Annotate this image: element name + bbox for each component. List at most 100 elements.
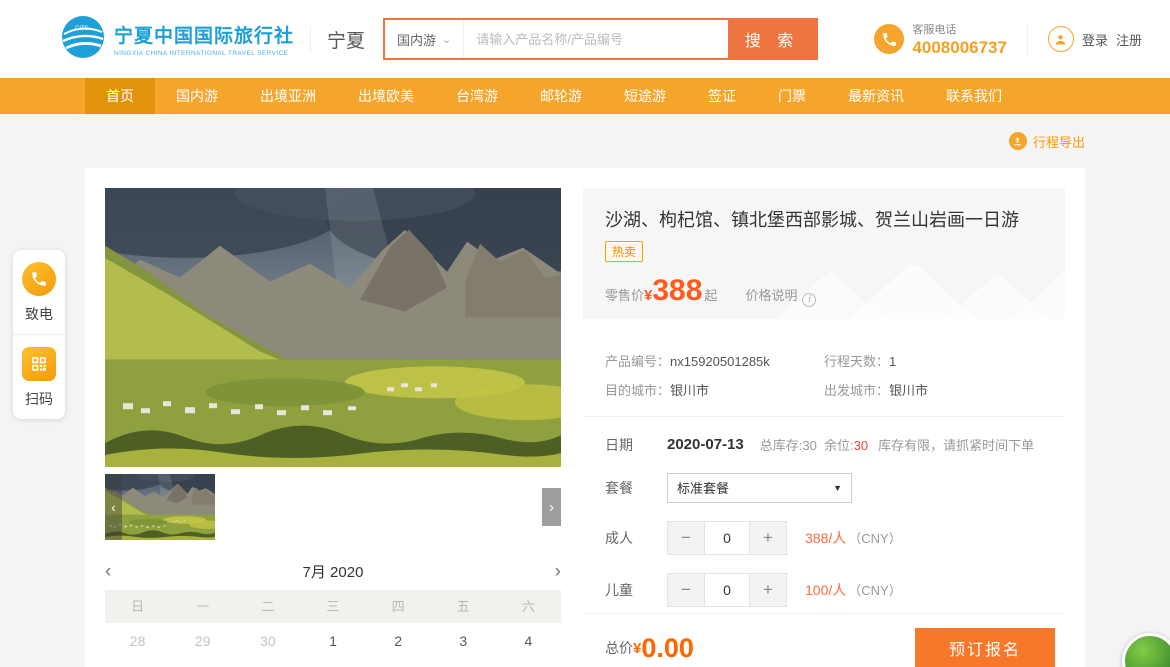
date-row: 日期 2020-07-13 总库存:30 余位:30 库存有限，请抓紧时间下单 xyxy=(583,435,1065,455)
search-category-dropdown[interactable]: 国内游 ⌄ xyxy=(385,20,464,58)
gallery-thumbnail-strip: ‹ › xyxy=(105,474,561,542)
chevron-down-icon: ⌄ xyxy=(442,33,451,46)
adult-quantity-input[interactable] xyxy=(705,521,749,555)
product-detail-card: ‹ › ‹ 7月 2020 › 日 一 二 三 四 五 六 xyxy=(85,168,1085,667)
info-item: 产品编号：nx15920501285k xyxy=(605,351,824,371)
price-amount: 388 xyxy=(652,276,702,306)
export-icon xyxy=(1009,132,1027,150)
calendar-weekday-header: 日 一 二 三 四 五 六 xyxy=(105,590,561,623)
calendar-dates-row: 28 29 30 1 2 3 4 xyxy=(105,623,561,659)
itinerary-export-button[interactable]: 行程导出 xyxy=(1009,132,1085,151)
brand-name: 宁夏中国国际旅行社 xyxy=(114,21,294,48)
total-label: 总价 xyxy=(605,638,633,658)
price-suffix: 起 xyxy=(704,285,717,304)
service-phone-label: 客服电话 xyxy=(912,21,1007,37)
child-label: 儿童 xyxy=(605,580,667,600)
package-selected-value: 标准套餐 xyxy=(677,478,729,497)
calendar-prev-month-button[interactable]: ‹ xyxy=(105,562,135,581)
register-link[interactable]: 注册 xyxy=(1116,30,1142,49)
child-unit-price: 100/人 xyxy=(805,580,846,600)
product-title: 沙湖、枸杞馆、镇北堡西部影城、贺兰山岩画一日游 xyxy=(605,206,1043,232)
child-currency-note: （CNY） xyxy=(848,580,901,599)
weekday-label: 四 xyxy=(366,590,431,623)
package-label: 套餐 xyxy=(605,478,667,498)
calendar-next-month-button[interactable]: › xyxy=(531,562,561,581)
section-divider xyxy=(583,416,1065,417)
search-input[interactable] xyxy=(464,20,728,58)
selected-date: 2020-07-13 xyxy=(667,436,744,453)
package-select[interactable]: 标准套餐 ▼ xyxy=(667,473,852,503)
child-quantity-input[interactable] xyxy=(705,573,749,607)
child-row: 儿童 − + 100/人 （CNY） xyxy=(583,573,1065,607)
scan-label: 扫码 xyxy=(25,389,53,409)
child-quantity-stepper: − + xyxy=(667,573,787,607)
adult-minus-button[interactable]: − xyxy=(667,521,705,555)
info-item: 行程天数：1 xyxy=(824,351,1043,371)
nav-item-outbound-asia[interactable]: 出境亚洲 xyxy=(239,78,337,114)
total-row: 总价 ¥ 0.00 预订报名 xyxy=(583,613,1065,667)
book-now-button[interactable]: 预订报名 xyxy=(915,628,1055,667)
package-row: 套餐 标准套餐 ▼ xyxy=(583,473,1065,503)
child-minus-button[interactable]: − xyxy=(667,573,705,607)
adult-quantity-stepper: − + xyxy=(667,521,787,555)
adult-label: 成人 xyxy=(605,528,667,548)
service-phone-number: 4008006737 xyxy=(912,38,1007,58)
product-info-grid: 产品编号：nx15920501285k 行程天数：1 目的城市：银川市 出发城市… xyxy=(583,351,1065,400)
calendar-day-cell[interactable]: 3 xyxy=(431,623,496,659)
child-plus-button[interactable]: + xyxy=(749,573,787,607)
nav-item-visa[interactable]: 签证 xyxy=(687,78,757,114)
calendar-day-cell[interactable]: 30 xyxy=(235,623,300,659)
nav-item-tickets[interactable]: 门票 xyxy=(757,78,827,114)
price-explanation-link[interactable]: 价格说明i xyxy=(745,285,816,307)
gallery-prev-button[interactable]: ‹ xyxy=(105,474,122,540)
calendar-month-title: 7月 2020 xyxy=(135,561,531,582)
total-currency: ¥ xyxy=(633,640,641,657)
hot-sale-badge: 热卖 xyxy=(605,241,643,262)
remaining-seats: 30 xyxy=(854,438,868,453)
main-nav: 首页 国内游 出境亚洲 出境欧美 台湾游 邮轮游 短途游 签证 门票 最新资讯 … xyxy=(0,78,1170,114)
nav-item-news[interactable]: 最新资讯 xyxy=(827,78,925,114)
chat-widget-button[interactable] xyxy=(1122,633,1170,667)
region-switcher[interactable]: 宁夏 xyxy=(310,26,365,53)
adult-plus-button[interactable]: + xyxy=(749,521,787,555)
page: CITS 宁夏中国国际旅行社 NINGXIA CHINA INTERNATION… xyxy=(0,0,1170,667)
gallery-thumbnail[interactable]: ‹ xyxy=(105,474,215,540)
weekday-label: 二 xyxy=(235,590,300,623)
info-icon: i xyxy=(802,293,816,307)
nav-item-outbound-europe-america[interactable]: 出境欧美 xyxy=(337,78,435,114)
floating-contact-sidebar: 致电 扫码 xyxy=(13,250,65,419)
total-amount: 0.00 xyxy=(641,635,694,662)
adult-row: 成人 − + 388/人 （CNY） xyxy=(583,521,1065,555)
call-button[interactable]: 致电 xyxy=(13,250,65,334)
stock-warning: 库存有限，请抓紧时间下单 xyxy=(878,435,1034,454)
search-button[interactable]: 搜 索 xyxy=(728,20,816,58)
header-divider xyxy=(1027,24,1028,54)
nav-item-cruise[interactable]: 邮轮游 xyxy=(519,78,603,114)
calendar-day-cell[interactable]: 28 xyxy=(105,623,170,659)
calendar-day-cell[interactable]: 1 xyxy=(300,623,365,659)
login-link[interactable]: 登录 xyxy=(1082,30,1108,49)
info-item: 目的城市：银川市 xyxy=(605,380,824,400)
scan-qr-button[interactable]: 扫码 xyxy=(13,334,65,419)
nav-item-domestic[interactable]: 国内游 xyxy=(155,78,239,114)
nav-item-taiwan[interactable]: 台湾游 xyxy=(435,78,519,114)
weekday-label: 日 xyxy=(105,590,170,623)
retail-price-row: 零售价 ¥ 388 起 价格说明i xyxy=(605,276,1043,307)
weekday-label: 三 xyxy=(300,590,365,623)
nav-item-home[interactable]: 首页 xyxy=(85,78,155,114)
gallery-next-button[interactable]: › xyxy=(542,488,561,526)
nav-item-short-trip[interactable]: 短途游 xyxy=(603,78,687,114)
availability-calendar: ‹ 7月 2020 › 日 一 二 三 四 五 六 28 29 30 xyxy=(105,556,561,659)
calendar-day-cell[interactable]: 29 xyxy=(170,623,235,659)
price-prefix: 零售价 xyxy=(605,285,644,304)
calendar-day-cell[interactable]: 4 xyxy=(496,623,561,659)
site-logo[interactable]: CITS 宁夏中国国际旅行社 NINGXIA CHINA INTERNATION… xyxy=(60,14,294,65)
adult-unit-price: 388/人 xyxy=(805,528,846,548)
nav-item-contact[interactable]: 联系我们 xyxy=(925,78,1023,114)
qr-code-icon xyxy=(22,347,56,381)
price-currency: ¥ xyxy=(644,287,652,304)
product-summary-panel: 沙湖、枸杞馆、镇北堡西部影城、贺兰山岩画一日游 热卖 零售价 ¥ 388 起 价… xyxy=(583,188,1065,319)
calendar-day-cell[interactable]: 2 xyxy=(366,623,431,659)
itinerary-export-label: 行程导出 xyxy=(1033,132,1085,151)
search-bar: 国内游 ⌄ 搜 索 xyxy=(383,18,818,60)
